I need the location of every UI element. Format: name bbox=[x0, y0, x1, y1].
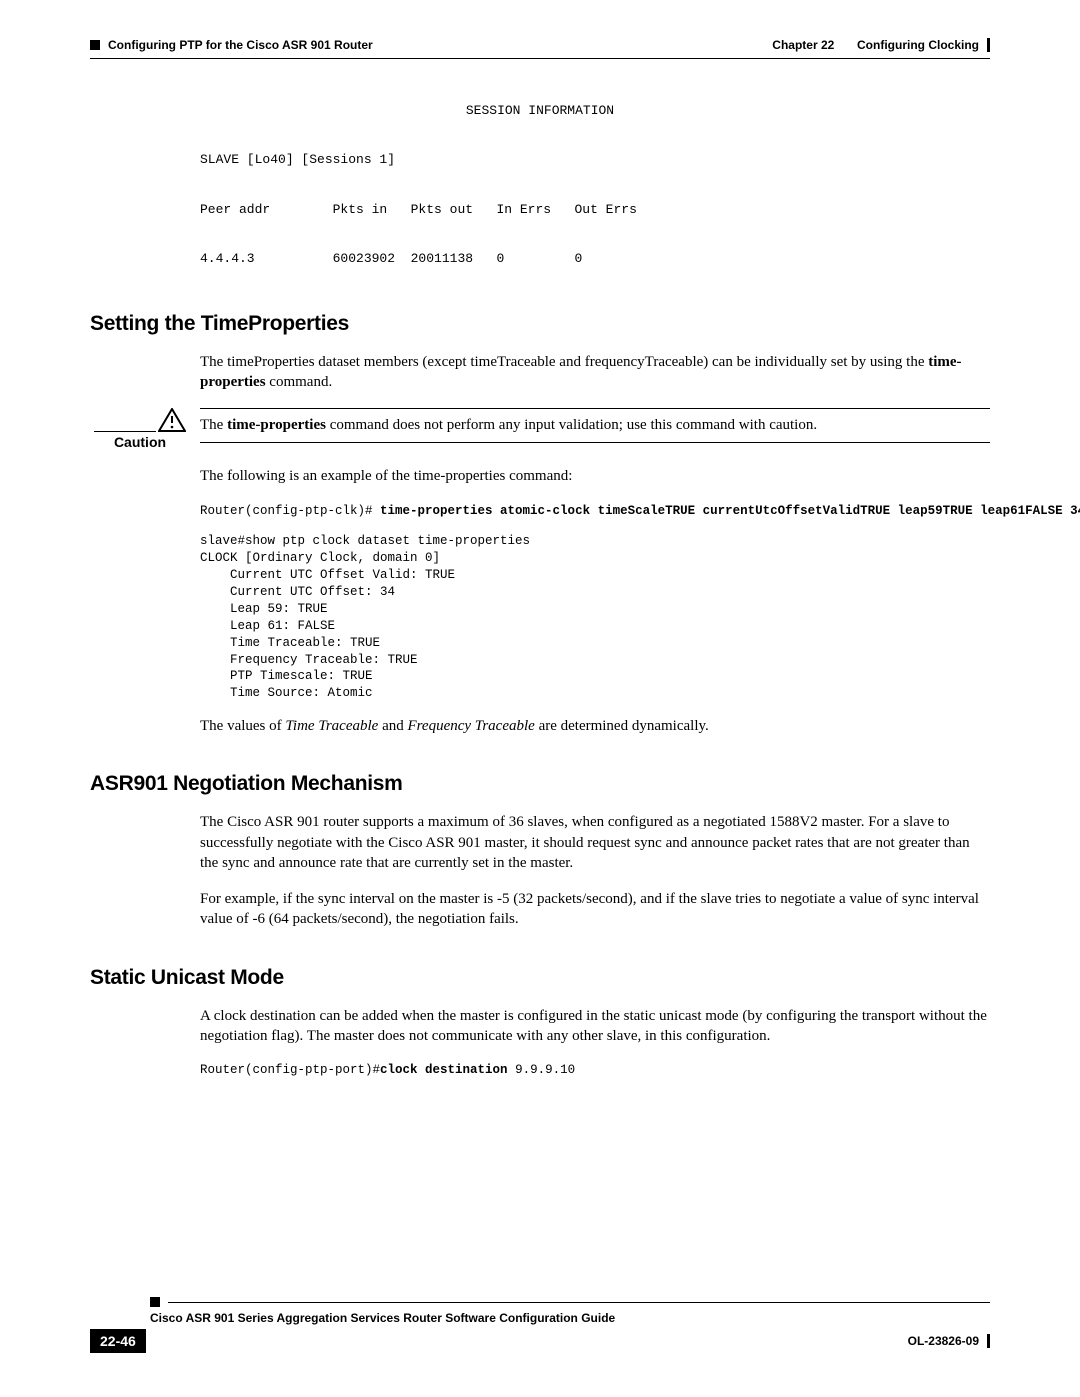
header-dot-icon bbox=[90, 40, 100, 50]
page-header: Configuring PTP for the Cisco ASR 901 Ro… bbox=[90, 38, 990, 52]
footer-bar-icon bbox=[987, 1334, 990, 1348]
header-right: Chapter 22 Configuring Clocking bbox=[772, 38, 990, 52]
footer-rule bbox=[150, 1297, 990, 1307]
heading-negotiation: ASR901 Negotiation Mechanism bbox=[90, 772, 990, 796]
header-rule bbox=[90, 58, 990, 59]
heading-time-properties: Setting the TimeProperties bbox=[90, 312, 990, 336]
caution-icon-column: Caution bbox=[90, 408, 190, 450]
header-bar-icon bbox=[987, 38, 990, 52]
session-info-cols: Peer addr Pkts in Pkts out In Errs Out E… bbox=[200, 202, 637, 217]
session-info-title: SESSION INFORMATION bbox=[90, 99, 990, 124]
sec1-p3: The values of Time Traceable and Frequen… bbox=[200, 716, 990, 736]
caution-block: Caution The time-properties command does… bbox=[90, 408, 990, 450]
code-clock-destination: Router(config-ptp-port)#clock destinatio… bbox=[200, 1062, 990, 1079]
footer-guide-title: Cisco ASR 901 Series Aggregation Service… bbox=[150, 1311, 990, 1325]
code-show-ptp-clock: slave#show ptp clock dataset time-proper… bbox=[200, 533, 990, 702]
doc-id: OL-23826-09 bbox=[908, 1334, 979, 1348]
code-time-properties-cmd: Router(config-ptp-clk)# time-properties … bbox=[200, 503, 990, 520]
footer-bottom-row: 22-46 OL-23826-09 bbox=[90, 1329, 990, 1353]
page-footer: Cisco ASR 901 Series Aggregation Service… bbox=[90, 1297, 990, 1353]
footer-dot-icon bbox=[150, 1297, 160, 1307]
sec2-p1: The Cisco ASR 901 router supports a maxi… bbox=[200, 812, 990, 873]
session-info-line1: SLAVE [Lo40] [Sessions 1] bbox=[200, 152, 395, 167]
sec1-p1: The timeProperties dataset members (exce… bbox=[200, 352, 990, 393]
caution-triangle-icon bbox=[158, 408, 186, 432]
caution-text: The time-properties command does not per… bbox=[200, 408, 990, 443]
page-number: 22-46 bbox=[90, 1329, 146, 1353]
header-chapter-title: Configuring Clocking bbox=[857, 38, 979, 52]
header-section-title: Configuring PTP for the Cisco ASR 901 Ro… bbox=[108, 38, 373, 52]
sec1-p2: The following is an example of the time-… bbox=[200, 466, 990, 486]
caution-line-icon bbox=[94, 431, 156, 432]
session-info-row: 4.4.4.3 60023902 20011138 0 0 bbox=[200, 251, 582, 266]
header-chapter: Chapter 22 bbox=[772, 38, 834, 52]
header-left: Configuring PTP for the Cisco ASR 901 Ro… bbox=[90, 38, 373, 52]
sec3-p1: A clock destination can be added when th… bbox=[200, 1006, 990, 1047]
heading-static-unicast: Static Unicast Mode bbox=[90, 966, 990, 990]
sec2-p2: For example, if the sync interval on the… bbox=[200, 889, 990, 930]
session-info-block: SESSION INFORMATION SLAVE [Lo40] [Sessio… bbox=[200, 99, 990, 272]
caution-label: Caution bbox=[114, 434, 166, 450]
